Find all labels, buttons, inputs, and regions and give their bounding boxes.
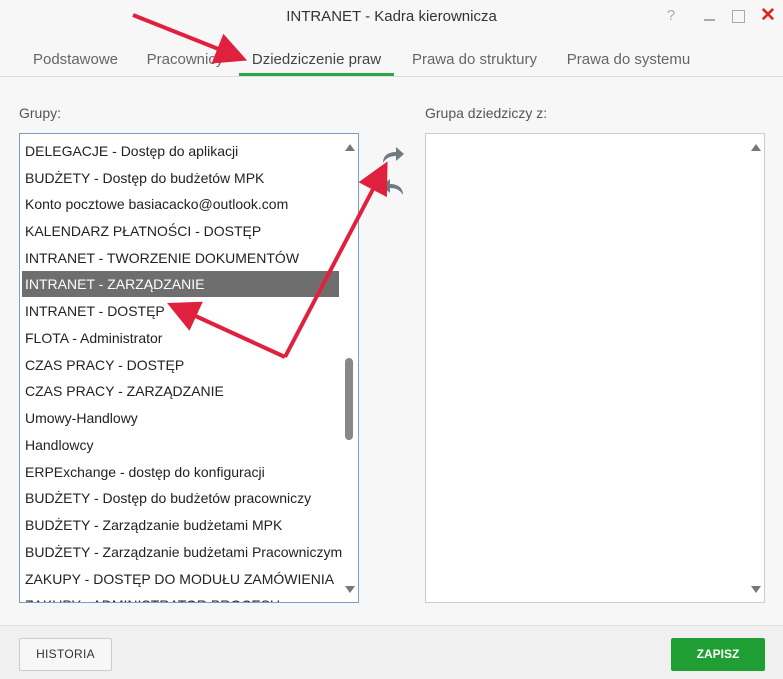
list-item[interactable]: ZAKUPY - DOSTĘP DO MODUŁU ZAMÓWIENIA [22,566,339,592]
list-item-selected[interactable]: INTRANET - ZARZĄDZANIE [22,271,339,297]
title-bar: INTRANET - Kadra kierownicza ? ✕ [0,0,783,34]
list-item[interactable]: BUDŻETY - Dostęp do budżetów MPK [22,165,339,191]
scroll-up-icon[interactable] [345,144,355,151]
tab-dziedziczenie-praw[interactable]: Dziedziczenie praw [239,43,394,76]
scroll-up-icon[interactable] [751,144,761,151]
list-item[interactable]: Konto pocztowe basiacacko@outlook.com [22,191,339,217]
footer-bar: HISTORIA ZAPISZ [0,625,783,679]
dialog-window: INTRANET - Kadra kierownicza ? ✕ Podstaw… [0,0,783,679]
list-item[interactable]: CZAS PRACY - DOSTĘP [22,352,339,378]
list-item[interactable]: BUDŻETY - Zarządzanie budżetami Pracowni… [22,539,342,565]
groups-list[interactable]: DELEGACJE - Dostęp do aplikacji BUDŻETY … [19,133,359,603]
add-group-arrow-icon[interactable] [380,144,406,166]
help-icon[interactable]: ? [661,6,681,26]
list-item[interactable]: Umowy-Handlowy [22,405,339,431]
inherits-from-label: Grupa dziedziczy z: [425,105,548,121]
list-item[interactable]: INTRANET - DOSTĘP [22,298,339,324]
list-item[interactable]: KALENDARZ PŁATNOŚCI - DOSTĘP [22,218,339,244]
list-item[interactable]: INTRANET - TWORZENIE DOKUMENTÓW [22,245,339,271]
remove-group-arrow-icon[interactable] [380,176,406,198]
list-item[interactable]: DELEGACJE - Dostęp do aplikacji [22,138,339,164]
minimize-icon[interactable] [700,6,720,26]
history-button[interactable]: HISTORIA [19,638,112,671]
scroll-down-icon[interactable] [345,586,355,593]
list-item[interactable]: Handlowcy [22,432,339,458]
list-item[interactable]: BUDŻETY - Dostęp do budżetów pracowniczy [22,485,339,511]
tab-pracownicy[interactable]: Pracownicy [140,43,230,76]
list-item[interactable]: BUDŻETY - Zarządzanie budżetami MPK [22,512,339,538]
tab-podstawowe[interactable]: Podstawowe [20,43,131,76]
tab-bar: Podstawowe Pracownicy Dziedziczenie praw… [0,43,783,77]
close-icon[interactable]: ✕ [758,6,778,26]
list-item[interactable]: CZAS PRACY - ZARZĄDZANIE [22,378,339,404]
save-button[interactable]: ZAPISZ [671,638,765,671]
inherited-groups-list[interactable] [425,133,765,603]
scrollbar-thumb[interactable] [345,358,353,440]
tab-prawa-do-struktury[interactable]: Prawa do struktury [402,43,547,76]
maximize-icon[interactable] [728,6,748,26]
tab-prawa-do-systemu[interactable]: Prawa do systemu [557,43,700,76]
list-item[interactable]: ERPExchange - dostęp do konfiguracji [22,459,339,485]
scroll-down-icon[interactable] [751,586,761,593]
list-item[interactable]: ZAKUPY - ADMINISTRATOR PROCESU [22,592,339,602]
list-item[interactable]: FLOTA - Administrator [22,325,339,351]
groups-label: Grupy: [19,105,62,121]
